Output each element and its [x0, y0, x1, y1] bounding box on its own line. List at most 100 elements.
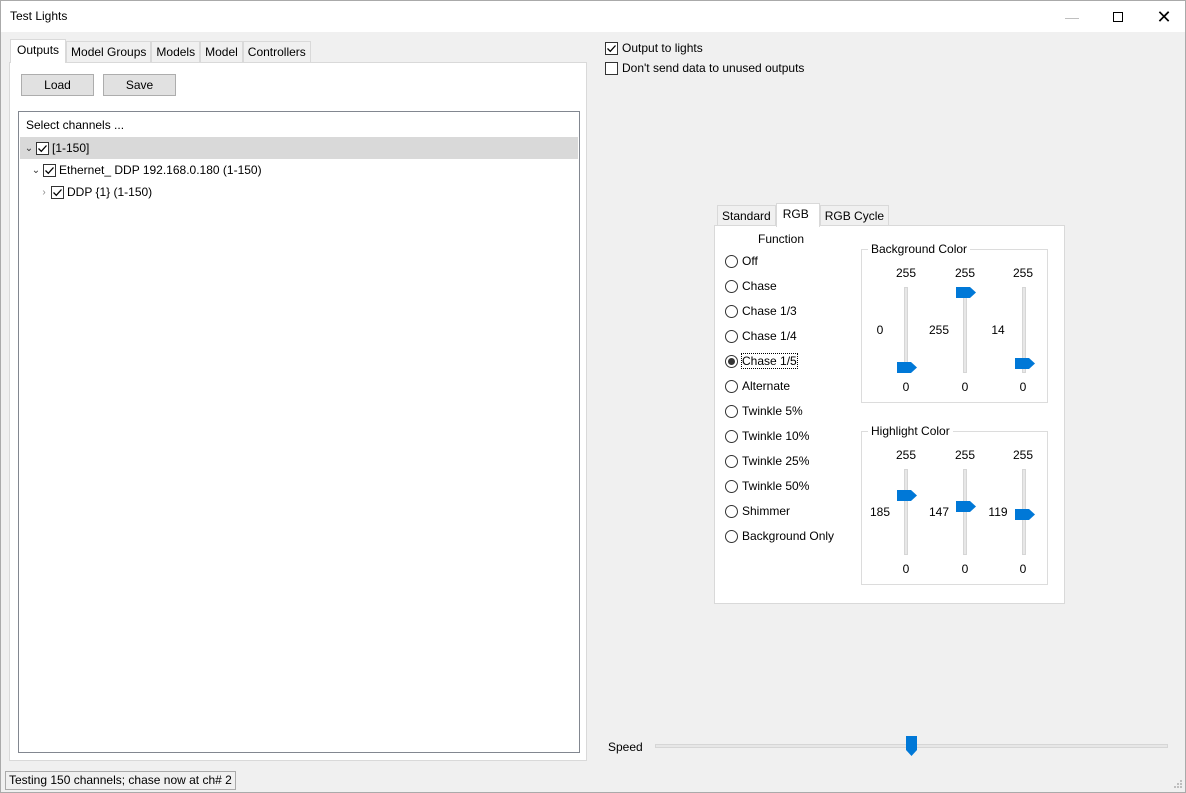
- hl-red-slider-thumb[interactable]: [897, 489, 917, 501]
- radio-button-icon[interactable]: [725, 304, 738, 318]
- minimize-button[interactable]: —: [1049, 1, 1095, 32]
- function-option-label: Background Only: [742, 529, 835, 543]
- function-option-chase-1-5[interactable]: Chase 1/5: [725, 352, 798, 370]
- hl-red-slider-track[interactable]: [904, 469, 908, 555]
- background-color-title: Background Color: [868, 242, 971, 256]
- tree-row-label: Ethernet_ DDP 192.168.0.180 (1-150): [59, 163, 262, 177]
- checkbox-icon[interactable]: [605, 41, 618, 55]
- bg-green-min-label: 0: [961, 380, 969, 394]
- hl-green-value: 147: [928, 505, 950, 519]
- tab-standard[interactable]: Standard: [717, 205, 776, 227]
- output-to-lights-checkbox[interactable]: Output to lights: [605, 41, 703, 55]
- hl-red-value: 185: [869, 505, 891, 519]
- background-color-group: Background Color 255 255 255 0 255 14 0 …: [861, 242, 1048, 403]
- tree-row-ddp[interactable]: › DDP {1} (1-150): [37, 181, 152, 203]
- radio-button-icon[interactable]: [725, 279, 738, 293]
- function-option-twinkle-10[interactable]: Twinkle 10%: [725, 427, 809, 445]
- tab-models[interactable]: Models: [151, 41, 201, 63]
- function-option-label: Chase 1/3: [742, 304, 797, 318]
- tree-checkbox[interactable]: [36, 141, 49, 155]
- bg-green-slider-track[interactable]: [963, 287, 967, 373]
- channel-tree[interactable]: Select channels ... ⌄ [1-150] ⌄ Ethernet…: [18, 111, 580, 753]
- hl-green-max-label: 255: [954, 448, 976, 462]
- chevron-down-icon[interactable]: ⌄: [29, 165, 43, 176]
- radio-button-icon[interactable]: [725, 529, 738, 543]
- test-lights-window: Test Lights — ✕ Outputs Model Groups Mod…: [0, 0, 1186, 793]
- radio-button-icon[interactable]: [725, 429, 738, 443]
- chevron-down-icon[interactable]: ⌄: [22, 143, 36, 154]
- bg-green-max-label: 255: [954, 266, 976, 280]
- bg-blue-value: 14: [991, 323, 1005, 337]
- function-option-label: Off: [742, 254, 758, 268]
- function-option-twinkle-25[interactable]: Twinkle 25%: [725, 452, 809, 470]
- function-option-off[interactable]: Off: [725, 252, 758, 270]
- bg-red-max-label: 255: [895, 266, 917, 280]
- radio-button-icon[interactable]: [725, 254, 738, 268]
- hl-blue-min-label: 0: [1019, 562, 1027, 576]
- status-bar-text: Testing 150 channels; chase now at ch# 2: [5, 771, 236, 790]
- function-option-background-only[interactable]: Background Only: [725, 527, 834, 545]
- function-option-label: Twinkle 50%: [742, 479, 810, 493]
- radio-selected-dot: [728, 357, 735, 365]
- radio-button-icon[interactable]: [725, 504, 738, 518]
- maximize-button[interactable]: [1095, 1, 1141, 32]
- title-bar: Test Lights — ✕: [1, 1, 1185, 32]
- right-tab-strip: Standard RGB RGB Cycle: [717, 203, 890, 227]
- close-button[interactable]: ✕: [1141, 1, 1186, 32]
- save-button[interactable]: Save: [103, 74, 176, 96]
- tab-outputs[interactable]: Outputs: [10, 39, 67, 63]
- hl-green-slider-track[interactable]: [963, 469, 967, 555]
- bg-red-min-label: 0: [902, 380, 910, 394]
- tab-rgb-cycle[interactable]: RGB Cycle: [819, 205, 890, 227]
- function-option-shimmer[interactable]: Shimmer: [725, 502, 790, 520]
- function-option-twinkle-5[interactable]: Twinkle 5%: [725, 402, 803, 420]
- function-option-chase[interactable]: Chase: [725, 277, 777, 295]
- function-option-chase-1-4[interactable]: Chase 1/4: [725, 327, 797, 345]
- function-option-chase-1-3[interactable]: Chase 1/3: [725, 302, 797, 320]
- hl-blue-max-label: 255: [1012, 448, 1034, 462]
- dont-send-unused-checkbox[interactable]: Don't send data to unused outputs: [605, 61, 804, 75]
- function-option-alternate[interactable]: Alternate: [725, 377, 790, 395]
- bg-red-slider-thumb[interactable]: [897, 362, 917, 373]
- function-option-label: Chase 1/4: [742, 329, 797, 343]
- tree-row-ethernet[interactable]: ⌄ Ethernet_ DDP 192.168.0.180 (1-150): [29, 159, 262, 181]
- function-option-label: Twinkle 5%: [742, 404, 803, 418]
- load-button[interactable]: Load: [21, 74, 94, 96]
- tree-header: Select channels ...: [26, 118, 125, 132]
- highlight-color-group: Highlight Color 255 255 255 185 147 119 …: [861, 424, 1048, 585]
- hl-red-max-label: 255: [895, 448, 917, 462]
- bg-green-slider-thumb[interactable]: [956, 287, 976, 298]
- bg-red-value: 0: [876, 323, 884, 337]
- tab-rgb[interactable]: RGB: [775, 203, 820, 227]
- speed-slider-thumb[interactable]: [906, 736, 917, 756]
- tree-row-root[interactable]: ⌄ [1-150]: [20, 137, 578, 159]
- function-option-label: Chase: [742, 279, 777, 293]
- function-option-label: Alternate: [742, 379, 791, 393]
- tab-model[interactable]: Model: [200, 41, 243, 63]
- window-title: Test Lights: [10, 9, 68, 23]
- chevron-right-icon[interactable]: ›: [37, 187, 51, 198]
- hl-green-slider-thumb[interactable]: [956, 500, 976, 512]
- bg-blue-min-label: 0: [1019, 380, 1027, 394]
- tab-model-groups[interactable]: Model Groups: [66, 41, 152, 63]
- resize-grip-icon[interactable]: [1173, 779, 1183, 789]
- radio-button-icon[interactable]: [725, 454, 738, 468]
- tree-checkbox[interactable]: [51, 185, 64, 199]
- radio-button-icon[interactable]: [725, 479, 738, 493]
- tab-controllers[interactable]: Controllers: [242, 41, 311, 63]
- radio-button-icon[interactable]: [725, 404, 738, 418]
- hl-blue-slider-thumb[interactable]: [1015, 509, 1035, 520]
- output-to-lights-label: Output to lights: [622, 41, 703, 55]
- radio-button-icon[interactable]: [725, 354, 738, 368]
- tree-checkbox[interactable]: [43, 163, 56, 177]
- checkbox-icon[interactable]: [605, 61, 618, 75]
- function-option-twinkle-50[interactable]: Twinkle 50%: [725, 477, 809, 495]
- highlight-color-title: Highlight Color: [868, 424, 953, 438]
- speed-label: Speed: [608, 740, 643, 754]
- bg-blue-slider-thumb[interactable]: [1015, 357, 1035, 369]
- radio-button-icon[interactable]: [725, 379, 738, 393]
- hl-green-min-label: 0: [961, 562, 969, 576]
- bg-red-slider-track[interactable]: [904, 287, 908, 373]
- radio-button-icon[interactable]: [725, 329, 738, 343]
- function-title: Function: [758, 232, 805, 246]
